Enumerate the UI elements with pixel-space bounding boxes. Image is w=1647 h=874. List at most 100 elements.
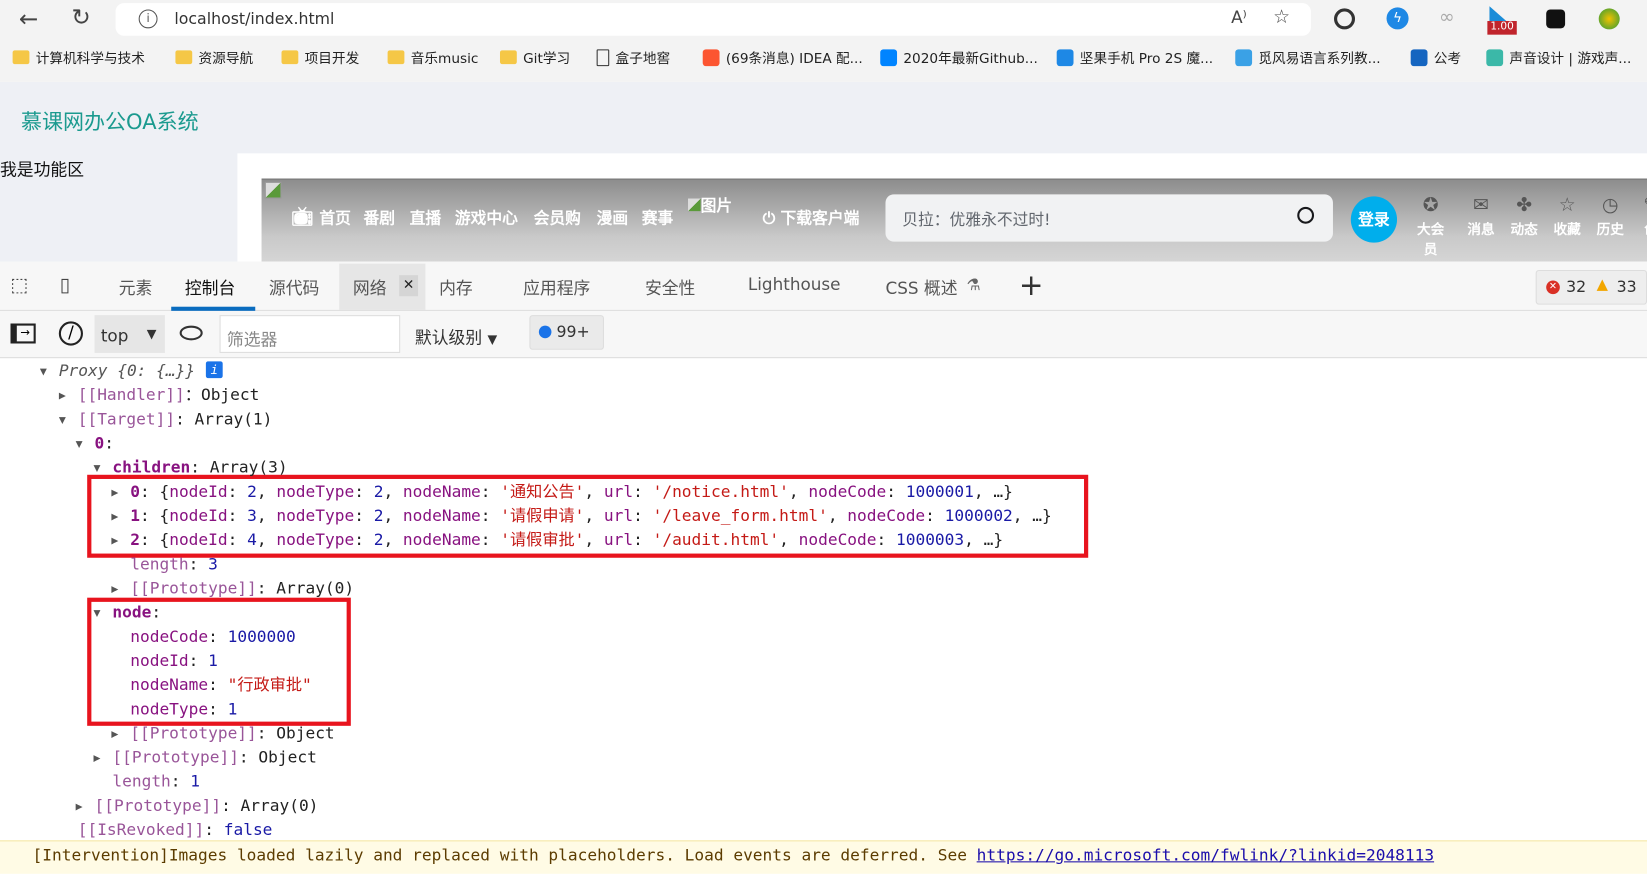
bookmark-item[interactable]: 坚果手机 Pro 2S 魔... — [1056, 47, 1213, 67]
device-toolbar-icon[interactable]: ▯ — [60, 276, 70, 295]
tab-5[interactable]: 应用程序 — [523, 274, 590, 299]
console-token: '/notice.html' — [652, 482, 789, 502]
bookmark-item[interactable]: 公考 — [1410, 47, 1461, 67]
collapsed-triangle-icon[interactable]: ▶ — [111, 722, 118, 746]
bookmark-item[interactable]: 觅风易语言系列教... — [1235, 47, 1381, 67]
speed-extension-icon[interactable]: 1.00 — [1487, 6, 1517, 35]
console-line[interactable]: ▶ [[Prototype]]: Array(0) — [111, 577, 354, 601]
console-token: nodeType — [276, 482, 355, 502]
console-line[interactable]: ▶ 1: {nodeId: 3, nodeType: 2, nodeName: '… — [111, 504, 1051, 528]
expanded-triangle-icon[interactable]: ▼ — [40, 359, 47, 383]
link-extension-icon[interactable]: ∞ — [1439, 8, 1455, 27]
globe-extension-icon[interactable] — [1598, 8, 1620, 30]
bookmark-item[interactable]: 盒子地窖 — [596, 47, 670, 67]
bookmark-item[interactable]: 2020年最新Github... — [880, 47, 1038, 67]
messages-count-badge[interactable]: 99+ — [529, 315, 604, 350]
expanded-triangle-icon[interactable]: ▼ — [76, 432, 83, 456]
user-menu-item[interactable]: ✉ 消息 — [1463, 194, 1499, 238]
issues-badge[interactable]: ✕ 32 ▲ 33 — [1535, 269, 1647, 305]
console-line[interactable]: ▼ [[Target]]: Array(1) — [59, 408, 273, 432]
collapsed-triangle-icon[interactable]: ▶ — [111, 528, 118, 552]
collapsed-triangle-icon[interactable]: ▶ — [76, 794, 83, 818]
log-level-dropdown[interactable]: 默认级别 ▼ — [415, 324, 497, 349]
expanded-triangle-icon[interactable]: ▼ — [59, 408, 66, 432]
collapsed-triangle-icon[interactable]: ▶ — [93, 746, 100, 770]
console-token: '/leave_form.html' — [652, 506, 828, 526]
console-line[interactable]: ▶ [[Handler]]：Object — [59, 383, 260, 407]
search-icon[interactable] — [1297, 206, 1315, 224]
bili-nav-item[interactable]: 番剧 — [363, 207, 395, 229]
lightning-extension-icon[interactable]: ϟ — [1386, 7, 1409, 30]
bookmark-item[interactable]: 项目开发 — [281, 47, 359, 67]
bili-nav-item[interactable]: 游戏中心 — [455, 207, 518, 229]
address-bar[interactable]: i localhost/index.html A⁾ ☆ — [115, 3, 1311, 36]
info-icon[interactable]: i — [205, 361, 223, 379]
bili-nav-item[interactable]: 漫画 — [597, 207, 629, 229]
bili-nav-item[interactable]: 直播 — [410, 207, 442, 229]
console-line[interactable]: ▼ children: Array(3) — [93, 456, 287, 480]
folder-icon — [12, 50, 30, 65]
user-menu-item[interactable]: ✎创 — [1633, 194, 1647, 238]
bili-nav-item[interactable]: 赛事 — [642, 207, 674, 229]
expanded-triangle-icon[interactable]: ▼ — [93, 456, 100, 480]
expanded-triangle-icon[interactable]: ▼ — [93, 601, 100, 625]
user-menu-item[interactable]: ✪ 大会员 — [1413, 194, 1449, 258]
close-tab-icon[interactable]: ✕ — [399, 275, 419, 297]
user-menu-item[interactable]: ✤ 动态 — [1506, 194, 1542, 238]
bili-nav-item[interactable]: 会员购 — [534, 207, 581, 229]
collapsed-triangle-icon[interactable]: ▶ — [111, 577, 118, 601]
tab-3[interactable]: 网络 — [353, 274, 387, 299]
filter-input[interactable]: 筛选器 — [219, 315, 401, 353]
console-token: , — [383, 506, 403, 526]
bookmark-item[interactable]: 声音设计 | 游戏声... — [1486, 47, 1631, 67]
tab-7[interactable]: Lighthouse — [748, 274, 841, 294]
tab-1[interactable]: 控制台 — [185, 274, 235, 299]
inspect-element-icon[interactable]: ⬚ — [11, 276, 29, 295]
tab-8[interactable]: CSS 概述 — [885, 274, 957, 299]
bili-nav-item[interactable]: 首页 — [319, 207, 351, 229]
tv-icon[interactable]: 📺︎ — [291, 207, 314, 228]
info-icon[interactable]: i — [138, 9, 158, 29]
bookmark-item[interactable]: Git学习 — [499, 47, 570, 67]
intervention-link[interactable]: https://go.microsoft.com/fwlink/?linkid=… — [977, 846, 1434, 865]
console-line[interactable]: ▶ 0: {nodeId: 2, nodeType: 2, nodeName: '… — [111, 480, 1013, 504]
favorite-icon[interactable]: ☆ — [1273, 8, 1290, 27]
live-expression-eye-icon[interactable] — [179, 325, 203, 341]
console-token: , — [779, 530, 799, 550]
console-line[interactable]: ▼ node: — [93, 601, 161, 625]
console-token: nodeType — [130, 699, 209, 719]
collapsed-triangle-icon[interactable]: ▶ — [59, 383, 66, 407]
bookmark-item[interactable]: 资源导航 — [175, 47, 253, 67]
console-token: '请假审批' — [500, 530, 585, 550]
console-line[interactable]: ▼ Proxy {0: {…}} — [40, 359, 195, 383]
bookmark-item[interactable]: 计算机科学与技术 — [12, 47, 145, 67]
tab-4[interactable]: 内存 — [439, 274, 473, 299]
tab-6[interactable]: 安全性 — [645, 274, 695, 299]
back-icon[interactable]: ← — [19, 8, 38, 31]
login-button[interactable]: 登录 — [1350, 196, 1398, 243]
clear-console-icon[interactable]: / — [58, 321, 83, 346]
console-line[interactable]: ▶ [[Prototype]]: Object — [111, 722, 334, 746]
sidebar-toggle-icon[interactable]: → — [10, 323, 36, 344]
tab-2[interactable]: 源代码 — [269, 274, 319, 299]
tab-0[interactable]: 元素 — [119, 274, 153, 299]
console-line[interactable]: ▼ 0: — [76, 432, 114, 456]
bookmark-item[interactable]: 音乐music — [387, 47, 478, 67]
url-text[interactable]: localhost/index.html — [174, 9, 334, 28]
collapsed-triangle-icon[interactable]: ▶ — [111, 504, 118, 528]
search-input[interactable]: 贝拉：优雅永不过时! — [885, 194, 1333, 242]
bookmark-item[interactable]: (69条消息) IDEA 配... — [702, 47, 863, 67]
add-tab-icon[interactable]: + — [1019, 268, 1044, 303]
collapsed-triangle-icon[interactable]: ▶ — [111, 480, 118, 504]
context-selector[interactable]: top ▼ — [94, 315, 165, 353]
console-line[interactable]: ▶ [[Prototype]]: Object — [93, 746, 316, 770]
console-line[interactable]: ▶ [[Prototype]]: Array(0) — [76, 794, 319, 818]
reload-icon[interactable]: ↻ — [71, 7, 90, 30]
user-menu-item[interactable]: ◷ 历史 — [1592, 194, 1628, 238]
download-client-link[interactable]: ⏻ 下载客户端 — [763, 207, 860, 229]
extension-icon-2[interactable] — [1546, 9, 1566, 29]
extension-icon[interactable] — [1334, 8, 1356, 30]
console-line[interactable]: ▶ 2: {nodeId: 4, nodeType: 2, nodeName: '… — [111, 528, 1003, 552]
read-aloud-icon[interactable]: A⁾ — [1231, 9, 1247, 26]
user-menu-item[interactable]: ☆ 收藏 — [1549, 194, 1585, 238]
